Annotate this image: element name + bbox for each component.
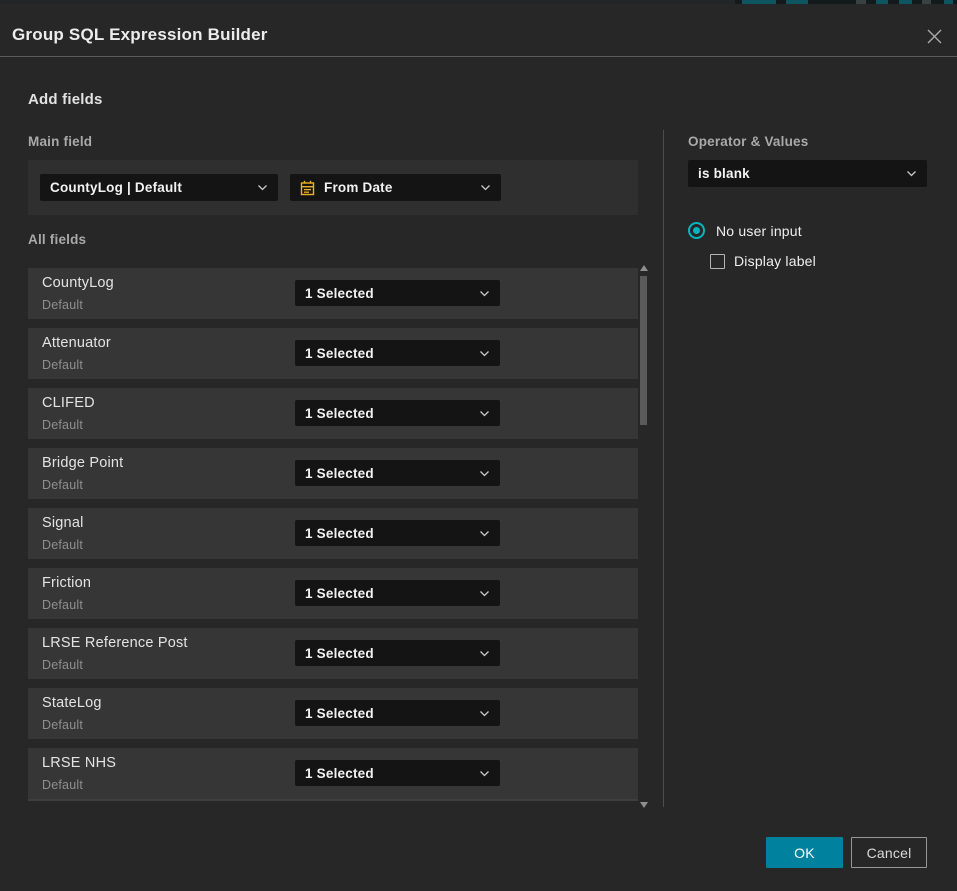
field-name: Bridge Point bbox=[42, 455, 123, 471]
main-layer-select[interactable]: CountyLog | Default bbox=[40, 174, 278, 201]
scrollbar-thumb[interactable] bbox=[640, 276, 647, 425]
field-subtitle: Default bbox=[42, 658, 83, 672]
main-layer-select-value: CountyLog | Default bbox=[50, 180, 182, 195]
field-name: Attenuator bbox=[42, 335, 111, 351]
main-field-select-value: From Date bbox=[324, 180, 393, 195]
operator-select[interactable]: is blank bbox=[688, 160, 927, 187]
field-row-attenuator: Attenuator Default 1 Selected bbox=[28, 328, 638, 379]
chevron-down-icon bbox=[479, 650, 490, 657]
selected-count-label: 1 Selected bbox=[305, 526, 374, 541]
selected-count-label: 1 Selected bbox=[305, 586, 374, 601]
chevron-down-icon bbox=[257, 184, 268, 191]
scroll-up-icon[interactable] bbox=[640, 265, 648, 271]
close-button[interactable] bbox=[925, 27, 943, 45]
cancel-button[interactable]: Cancel bbox=[851, 837, 927, 868]
operator-select-value: is blank bbox=[698, 166, 750, 181]
main-field-label: Main field bbox=[28, 134, 92, 149]
field-row-friction: Friction Default 1 Selected bbox=[28, 568, 638, 619]
radio-label: No user input bbox=[716, 223, 802, 239]
field-subtitle: Default bbox=[42, 418, 83, 432]
field-subtitle: Default bbox=[42, 598, 83, 612]
field-name: CountyLog bbox=[42, 275, 114, 291]
field-row-lrse-nhs: LRSE NHS Default 1 Selected bbox=[28, 748, 638, 799]
field-subtitle: Default bbox=[42, 718, 83, 732]
display-label-checkbox[interactable]: Display label bbox=[710, 253, 816, 269]
field-name: LRSE NHS bbox=[42, 755, 116, 771]
selected-count-label: 1 Selected bbox=[305, 646, 374, 661]
chevron-down-icon bbox=[479, 530, 490, 537]
field-row-signal: Signal Default 1 Selected bbox=[28, 508, 638, 559]
main-field-select[interactable]: From Date bbox=[290, 174, 501, 201]
selected-count-label: 1 Selected bbox=[305, 766, 374, 781]
field-subtitle: Default bbox=[42, 358, 83, 372]
field-selected-dropdown[interactable]: 1 Selected bbox=[295, 760, 500, 786]
field-selected-dropdown[interactable]: 1 Selected bbox=[295, 340, 500, 366]
partial-next-row bbox=[28, 799, 638, 801]
selected-count-label: 1 Selected bbox=[305, 706, 374, 721]
chevron-down-icon bbox=[479, 290, 490, 297]
dialog-header: Group SQL Expression Builder bbox=[0, 8, 957, 57]
checkbox-label: Display label bbox=[734, 253, 816, 269]
panel-divider bbox=[663, 130, 664, 807]
field-subtitle: Default bbox=[42, 778, 83, 792]
field-selected-dropdown[interactable]: 1 Selected bbox=[295, 400, 500, 426]
field-subtitle: Default bbox=[42, 298, 83, 312]
field-row-statelog: StateLog Default 1 Selected bbox=[28, 688, 638, 739]
field-row-clifed: CLIFED Default 1 Selected bbox=[28, 388, 638, 439]
field-row-lrse-reference-post: LRSE Reference Post Default 1 Selected bbox=[28, 628, 638, 679]
field-name: StateLog bbox=[42, 695, 102, 711]
list-scrollbar[interactable] bbox=[637, 263, 651, 810]
chevron-down-icon bbox=[906, 170, 917, 177]
group-sql-expression-builder-dialog: Group SQL Expression Builder Add fields … bbox=[0, 4, 957, 891]
ok-button[interactable]: OK bbox=[766, 837, 843, 868]
operator-values-label: Operator & Values bbox=[688, 134, 808, 149]
radio-selected-icon bbox=[688, 222, 705, 239]
screen: Group SQL Expression Builder Add fields … bbox=[0, 0, 957, 891]
field-row-bridge-point: Bridge Point Default 1 Selected bbox=[28, 448, 638, 499]
field-selected-dropdown[interactable]: 1 Selected bbox=[295, 700, 500, 726]
calendar-icon bbox=[300, 180, 315, 196]
all-fields-label: All fields bbox=[28, 232, 86, 247]
chevron-down-icon bbox=[479, 770, 490, 777]
selected-count-label: 1 Selected bbox=[305, 466, 374, 481]
chevron-down-icon bbox=[479, 410, 490, 417]
chevron-down-icon bbox=[479, 590, 490, 597]
field-selected-dropdown[interactable]: 1 Selected bbox=[295, 640, 500, 666]
field-name: CLIFED bbox=[42, 395, 95, 411]
field-subtitle: Default bbox=[42, 538, 83, 552]
chevron-down-icon bbox=[479, 470, 490, 477]
selected-count-label: 1 Selected bbox=[305, 406, 374, 421]
field-name: LRSE Reference Post bbox=[42, 635, 188, 651]
chevron-down-icon bbox=[480, 184, 491, 191]
field-subtitle: Default bbox=[42, 478, 83, 492]
scroll-down-icon[interactable] bbox=[640, 802, 648, 808]
field-name: Signal bbox=[42, 515, 84, 531]
no-user-input-radio[interactable]: No user input bbox=[688, 222, 802, 239]
chevron-down-icon bbox=[479, 710, 490, 717]
close-icon bbox=[926, 28, 943, 45]
dialog-title: Group SQL Expression Builder bbox=[12, 25, 268, 45]
field-selected-dropdown[interactable]: 1 Selected bbox=[295, 460, 500, 486]
selected-count-label: 1 Selected bbox=[305, 286, 374, 301]
field-name: Friction bbox=[42, 575, 91, 591]
add-fields-heading: Add fields bbox=[28, 91, 103, 108]
chevron-down-icon bbox=[479, 350, 490, 357]
field-row-countylog: CountyLog Default 1 Selected bbox=[28, 268, 638, 319]
selected-count-label: 1 Selected bbox=[305, 346, 374, 361]
field-selected-dropdown[interactable]: 1 Selected bbox=[295, 280, 500, 306]
field-selected-dropdown[interactable]: 1 Selected bbox=[295, 520, 500, 546]
field-selected-dropdown[interactable]: 1 Selected bbox=[295, 580, 500, 606]
checkbox-unchecked-icon bbox=[710, 254, 725, 269]
